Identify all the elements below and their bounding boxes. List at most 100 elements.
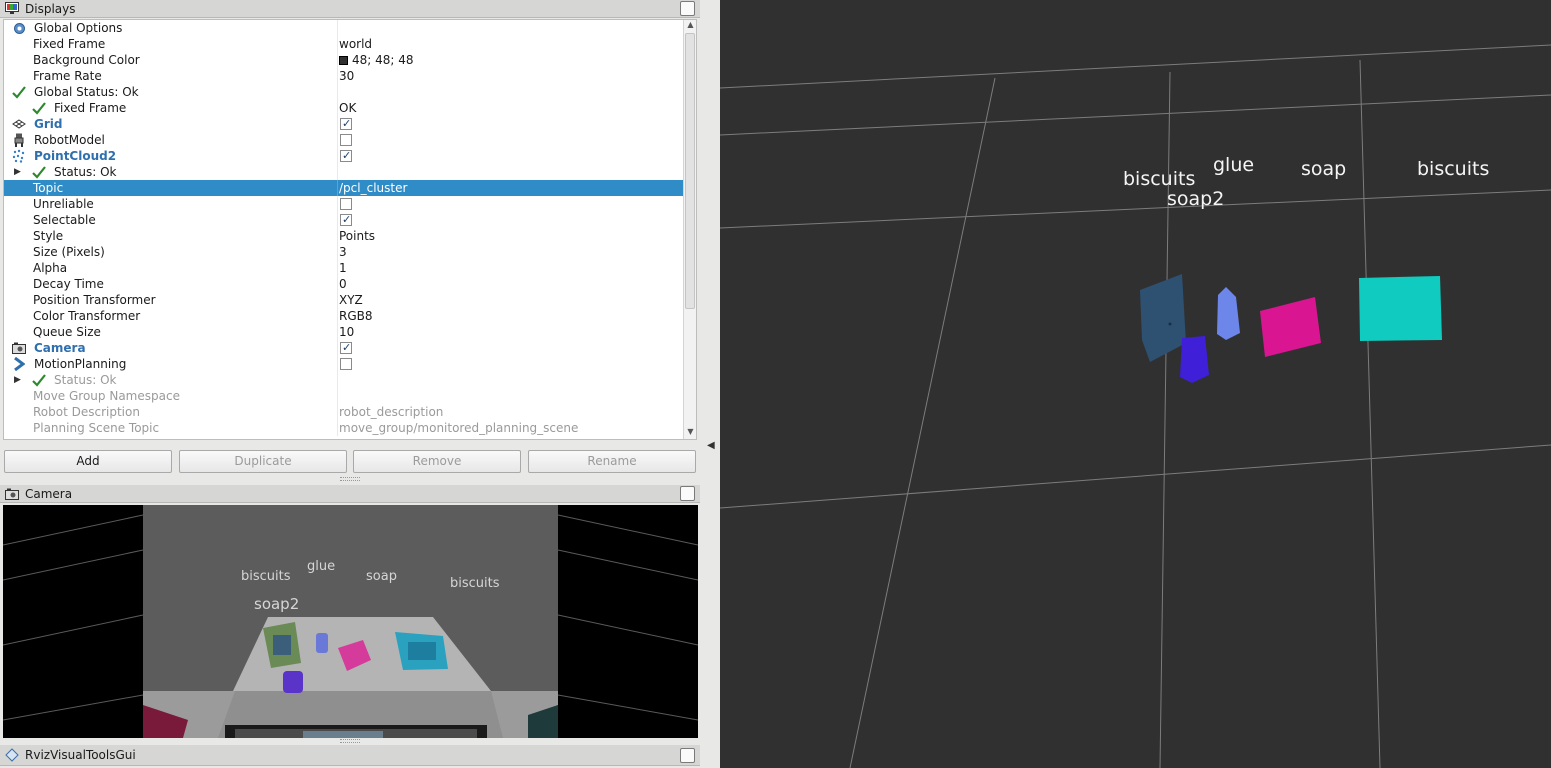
tree-row[interactable]: Style Points	[4, 228, 684, 244]
scroll-down-icon[interactable]: ▼	[685, 427, 696, 439]
tree-row[interactable]: Background Color 48; 48; 48	[4, 52, 684, 68]
tree-row[interactable]: Topic/pcl_cluster	[4, 180, 684, 196]
tree-row[interactable]: Global Status: Ok	[4, 84, 684, 100]
tree-row[interactable]: Position Transformer XYZ	[4, 292, 684, 308]
column-divider	[337, 388, 338, 404]
camera-float-button[interactable]	[680, 486, 695, 501]
property-name: PointCloud2	[34, 149, 117, 163]
scroll-thumb[interactable]	[685, 33, 695, 309]
tree-row[interactable]: Selectable	[4, 212, 684, 228]
property-value[interactable]: 3	[339, 244, 347, 260]
column-divider	[337, 324, 338, 340]
column-divider	[337, 196, 338, 212]
displays-tree[interactable]: Global Options Fixed Frame world Background…	[3, 19, 697, 440]
tree-row[interactable]: Planning Scene Topic move_group/monitored…	[4, 420, 684, 436]
render-3d-view[interactable]: biscuits glue soap biscuits soap2	[720, 0, 1551, 768]
scene-label-soap2: soap2	[1167, 188, 1225, 210]
property-value[interactable]: 48; 48; 48	[339, 52, 414, 68]
property-value[interactable]: OK	[339, 100, 356, 116]
check-icon	[32, 165, 46, 179]
property-value[interactable]: 30	[339, 68, 354, 84]
enable-checkbox[interactable]	[340, 198, 352, 210]
property-value[interactable]: robot_description	[339, 404, 443, 420]
tree-row[interactable]: Move Group Namespace	[4, 388, 684, 404]
column-divider	[337, 308, 338, 324]
tree-row[interactable]: Unreliable	[4, 196, 684, 212]
view-splitter[interactable]: ◀	[700, 0, 720, 768]
enable-checkbox[interactable]	[340, 340, 352, 356]
property-value[interactable]: /pcl_cluster	[339, 180, 407, 196]
scroll-up-icon[interactable]: ▲	[685, 20, 696, 32]
property-name: RobotModel	[34, 133, 105, 147]
camera-label-biscuits-b: biscuits	[450, 576, 500, 591]
tree-row[interactable]: MotionPlanning	[4, 356, 684, 372]
tree-row[interactable]: Fixed Frame OK	[4, 100, 684, 116]
camera-icon	[5, 487, 19, 501]
enable-checkbox[interactable]	[340, 212, 352, 228]
enable-checkbox[interactable]	[340, 116, 352, 132]
property-name: Unreliable	[33, 197, 94, 211]
tree-row[interactable]: Decay Time 0	[4, 276, 684, 292]
rename-button[interactable]: Rename	[528, 450, 696, 473]
displays-float-button[interactable]	[680, 1, 695, 16]
monitor-icon	[5, 2, 19, 16]
check-icon	[32, 373, 46, 387]
column-divider	[337, 20, 338, 36]
property-name: Color Transformer	[33, 309, 141, 323]
property-name: Robot Description	[33, 405, 140, 419]
color-swatch[interactable]	[339, 56, 348, 65]
column-divider	[337, 180, 338, 196]
tree-row[interactable]: ▶ Status: Ok	[4, 372, 684, 388]
tree-row[interactable]: Fixed Frame world	[4, 36, 684, 52]
property-value[interactable]: world	[339, 36, 372, 52]
duplicate-button[interactable]: Duplicate	[179, 450, 347, 473]
column-divider	[337, 52, 338, 68]
expand-arrow-icon[interactable]: ▶	[14, 164, 24, 180]
enable-checkbox[interactable]	[340, 148, 352, 164]
tree-row[interactable]: PointCloud2	[4, 148, 684, 164]
tree-row[interactable]: Frame Rate 30	[4, 68, 684, 84]
tree-row[interactable]: Robot Description robot_description	[4, 404, 684, 420]
column-divider	[337, 372, 338, 388]
expand-arrow-icon[interactable]: ▶	[14, 372, 24, 388]
tree-row[interactable]: RobotModel	[4, 132, 684, 148]
column-divider	[337, 116, 338, 132]
property-value[interactable]: Points	[339, 228, 375, 244]
column-divider	[337, 260, 338, 276]
enable-checkbox[interactable]	[340, 134, 352, 146]
rviz-gui-panel-title: RvizVisualToolsGui	[0, 745, 700, 766]
tree-row[interactable]: Color Transformer RGB8	[4, 308, 684, 324]
rviz-gui-float-button[interactable]	[680, 748, 695, 763]
property-name: Planning Scene Topic	[33, 421, 160, 435]
property-value[interactable]: RGB8	[339, 308, 373, 324]
scene-label-biscuits-b: biscuits	[1417, 158, 1490, 180]
collapse-left-icon[interactable]: ◀	[707, 440, 715, 451]
panel-splitter-grip[interactable]	[340, 477, 360, 481]
property-value[interactable]: 10	[339, 324, 354, 340]
tree-row[interactable]: Queue Size 10	[4, 324, 684, 340]
property-name: Fixed Frame	[33, 37, 106, 51]
enable-checkbox[interactable]	[340, 358, 352, 370]
panel-splitter-grip-2[interactable]	[340, 739, 360, 743]
property-name: Grid	[34, 117, 63, 131]
camera-view[interactable]: biscuits glue soap biscuits soap2	[3, 505, 698, 738]
tree-row[interactable]: Grid	[4, 116, 684, 132]
property-value[interactable]: move_group/monitored_planning_scene	[339, 420, 578, 436]
column-divider	[337, 420, 338, 436]
scene-label-glue: glue	[1213, 154, 1255, 176]
tree-row[interactable]: ▶ Status: Ok	[4, 164, 684, 180]
tree-scrollbar[interactable]: ▲ ▼	[683, 20, 696, 439]
property-value[interactable]: 1	[339, 260, 347, 276]
tree-row[interactable]: Size (Pixels) 3	[4, 244, 684, 260]
tree-row[interactable]: Camera	[4, 340, 684, 356]
remove-button[interactable]: Remove	[353, 450, 521, 473]
tree-row[interactable]: Alpha 1	[4, 260, 684, 276]
rviz-gui-title: RvizVisualToolsGui	[25, 748, 136, 762]
property-value[interactable]: XYZ	[339, 292, 363, 308]
property-value[interactable]: 0	[339, 276, 347, 292]
add-button[interactable]: Add	[4, 450, 172, 473]
column-divider	[337, 164, 338, 180]
tree-row[interactable]: Global Options	[4, 20, 684, 36]
pointcloud-icon	[12, 149, 26, 163]
camera-label-soap2: soap2	[254, 595, 300, 613]
